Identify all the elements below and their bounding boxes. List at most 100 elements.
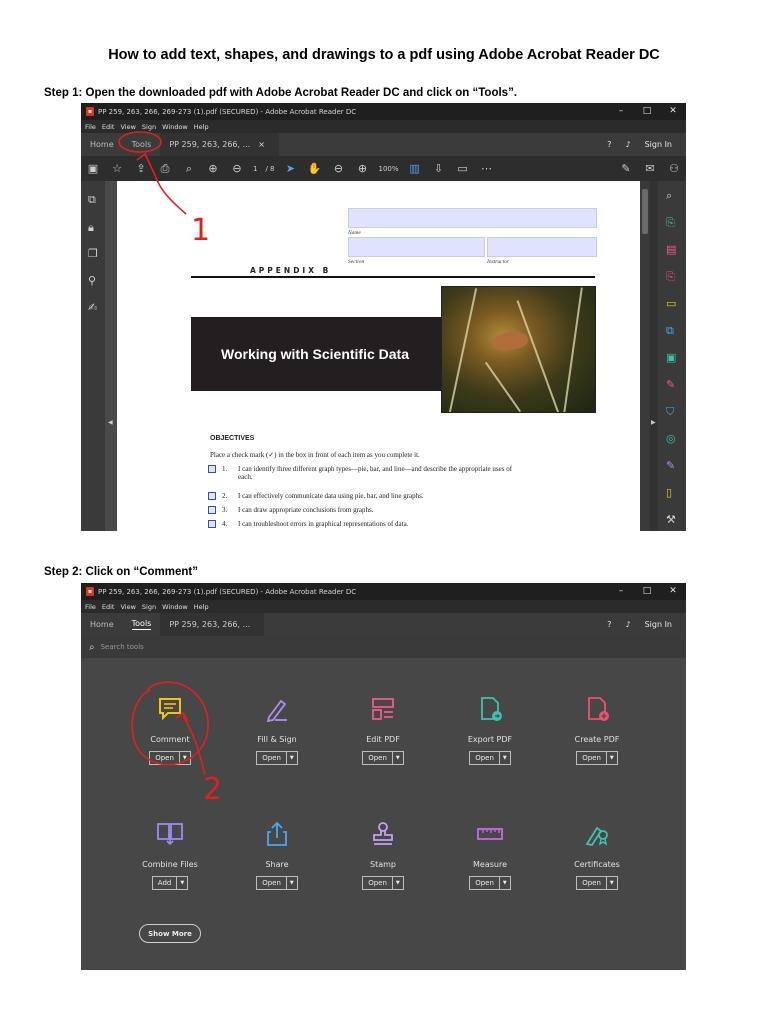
comment-toolbar-icon[interactable]: ▭ [451, 162, 475, 175]
chevron-down-icon[interactable]: ▼ [180, 752, 190, 764]
print-icon[interactable]: ⎙ [153, 162, 177, 176]
tab-tools[interactable]: Tools [123, 133, 161, 156]
fill-sign-icon[interactable]: ✎ [666, 378, 675, 391]
tab-home[interactable]: Home [81, 133, 123, 156]
tool-share[interactable]: Share Open ▼ [227, 814, 327, 890]
menu-file[interactable]: File [85, 123, 96, 131]
menu-view[interactable]: View [120, 123, 135, 131]
menu-sign[interactable]: Sign [142, 603, 156, 611]
chevron-down-icon[interactable]: ▼ [287, 877, 297, 889]
minimize-button[interactable]: – [608, 103, 634, 120]
tool-open-button[interactable]: Open ▼ [469, 751, 511, 765]
tab-document[interactable]: PP 259, 263, 266, ... × [160, 133, 279, 156]
signature-icon[interactable]: ✍ [88, 301, 97, 314]
scrollbar-thumb[interactable] [642, 189, 648, 234]
tool-add-button[interactable]: Add ▼ [151, 876, 189, 890]
objective-checkbox[interactable] [208, 520, 216, 528]
objective-checkbox[interactable] [208, 492, 216, 500]
notification-bell-icon[interactable]: ♪ [625, 140, 630, 149]
tab-document[interactable]: PP 259, 263, 266, ... [160, 613, 265, 636]
menu-sign[interactable]: Sign [142, 123, 156, 131]
name-form-field[interactable] [348, 208, 597, 228]
tool-open-button[interactable]: Open ▼ [149, 751, 191, 765]
next-page-icon[interactable]: ⊖ [225, 162, 249, 175]
section-form-field[interactable] [348, 237, 485, 257]
hand-tool-icon[interactable]: ✋ [303, 162, 327, 175]
zoom-out-icon[interactable]: ⊖ [327, 162, 351, 175]
menu-file[interactable]: File [85, 603, 96, 611]
menu-edit[interactable]: Edit [102, 603, 115, 611]
objective-checkbox[interactable] [208, 465, 216, 473]
chevron-down-icon[interactable]: ▼ [177, 877, 187, 889]
menu-window[interactable]: Window [162, 123, 188, 131]
tool-open-button[interactable]: Open ▼ [469, 876, 511, 890]
comment-icon[interactable]: ▭ [666, 297, 676, 310]
upload-cloud-icon[interactable]: ⇪ [129, 162, 153, 175]
menu-edit[interactable]: Edit [102, 123, 115, 131]
tools-search-bar[interactable]: ⌕ Search tools [81, 636, 686, 658]
tool-open-button[interactable]: Open ▼ [256, 876, 298, 890]
lock-icon[interactable]: 🔒︎ [88, 221, 94, 235]
chevron-down-icon[interactable]: ▼ [607, 752, 617, 764]
zoom-in-icon[interactable]: ⊕ [351, 162, 375, 175]
more-tools-wrench-icon[interactable]: ⚒ [666, 513, 676, 526]
tool-create-pdf[interactable]: Create PDF Open ▼ [547, 689, 647, 765]
search-zoom-icon[interactable]: ⌕ [666, 189, 672, 203]
minimize-button[interactable]: – [608, 583, 634, 600]
scroll-mode-icon[interactable]: ⇩ [427, 162, 451, 175]
chevron-down-icon[interactable]: ▼ [607, 877, 617, 889]
page-thumbnails-icon[interactable]: ⧉ [88, 193, 96, 207]
help-icon[interactable]: ? [607, 140, 611, 149]
sign-in-link[interactable]: Sign In [645, 620, 672, 629]
pages-icon[interactable]: ❐ [88, 247, 98, 260]
instructor-form-field[interactable] [487, 237, 597, 257]
optimize-icon[interactable]: ◎ [666, 432, 676, 445]
tool-open-button[interactable]: Open ▼ [576, 876, 618, 890]
tab-home[interactable]: Home [81, 613, 123, 636]
objective-checkbox[interactable] [208, 506, 216, 514]
menu-window[interactable]: Window [162, 603, 188, 611]
collapse-left-pane-icon[interactable]: ◀ [108, 419, 113, 426]
more-tools-icon[interactable]: ⋯ [475, 162, 499, 175]
chevron-down-icon[interactable]: ▼ [393, 877, 403, 889]
chevron-down-icon[interactable]: ▼ [500, 877, 510, 889]
tool-certificates[interactable]: Certificates Open ▼ [547, 814, 647, 890]
page-fit-icon[interactable]: ▥ [403, 162, 427, 175]
chevron-down-icon[interactable]: ▼ [393, 752, 403, 764]
tool-open-button[interactable]: Open ▼ [576, 751, 618, 765]
export-pdf-icon[interactable]: ⎘ [666, 216, 675, 230]
menu-view[interactable]: View [120, 603, 135, 611]
notification-bell-icon[interactable]: ♪ [625, 620, 630, 629]
tool-open-button[interactable]: Open ▼ [362, 751, 404, 765]
help-icon[interactable]: ? [607, 620, 611, 629]
send-file-icon[interactable]: ▯ [666, 486, 672, 499]
tools-search-input[interactable]: Search tools [101, 643, 144, 651]
tool-open-button[interactable]: Open ▼ [362, 876, 404, 890]
bookmark-star-icon[interactable]: ☆ [105, 162, 129, 175]
tool-combine-files[interactable]: Combine Files Add ▼ [120, 814, 220, 890]
maximize-button[interactable]: □ [634, 103, 660, 120]
menu-help[interactable]: Help [194, 603, 209, 611]
page-number-input[interactable]: 1 [249, 165, 261, 173]
tool-export-pdf[interactable]: Export PDF Open ▼ [440, 689, 540, 765]
maximize-button[interactable]: □ [634, 583, 660, 600]
show-more-button[interactable]: Show More [139, 924, 201, 943]
tool-stamp[interactable]: Stamp Open ▼ [333, 814, 433, 890]
edit-pdf-icon[interactable]: ▤ [666, 243, 676, 256]
organize-pages-icon[interactable]: ▣ [666, 351, 676, 364]
collapse-right-pane-icon[interactable]: ▶ [651, 419, 656, 426]
combine-files-icon[interactable]: ⧉ [666, 324, 674, 338]
signature-pen-icon[interactable]: ✎ [666, 459, 675, 472]
close-window-button[interactable]: ✕ [660, 103, 686, 120]
chevron-down-icon[interactable]: ▼ [287, 752, 297, 764]
tool-edit-pdf[interactable]: Edit PDF Open ▼ [333, 689, 433, 765]
tab-tools[interactable]: Tools [123, 613, 161, 636]
select-cursor-icon[interactable]: ➤ [279, 162, 303, 175]
find-search-icon[interactable]: ⌕ [177, 162, 201, 176]
menu-help[interactable]: Help [194, 123, 209, 131]
close-window-button[interactable]: ✕ [660, 583, 686, 600]
previous-page-icon[interactable]: ⊕ [201, 162, 225, 175]
save-icon[interactable]: ▣ [81, 162, 105, 175]
close-tab-icon[interactable]: × [258, 140, 265, 149]
tool-fill-sign[interactable]: Fill & Sign Open ▼ [227, 689, 327, 765]
